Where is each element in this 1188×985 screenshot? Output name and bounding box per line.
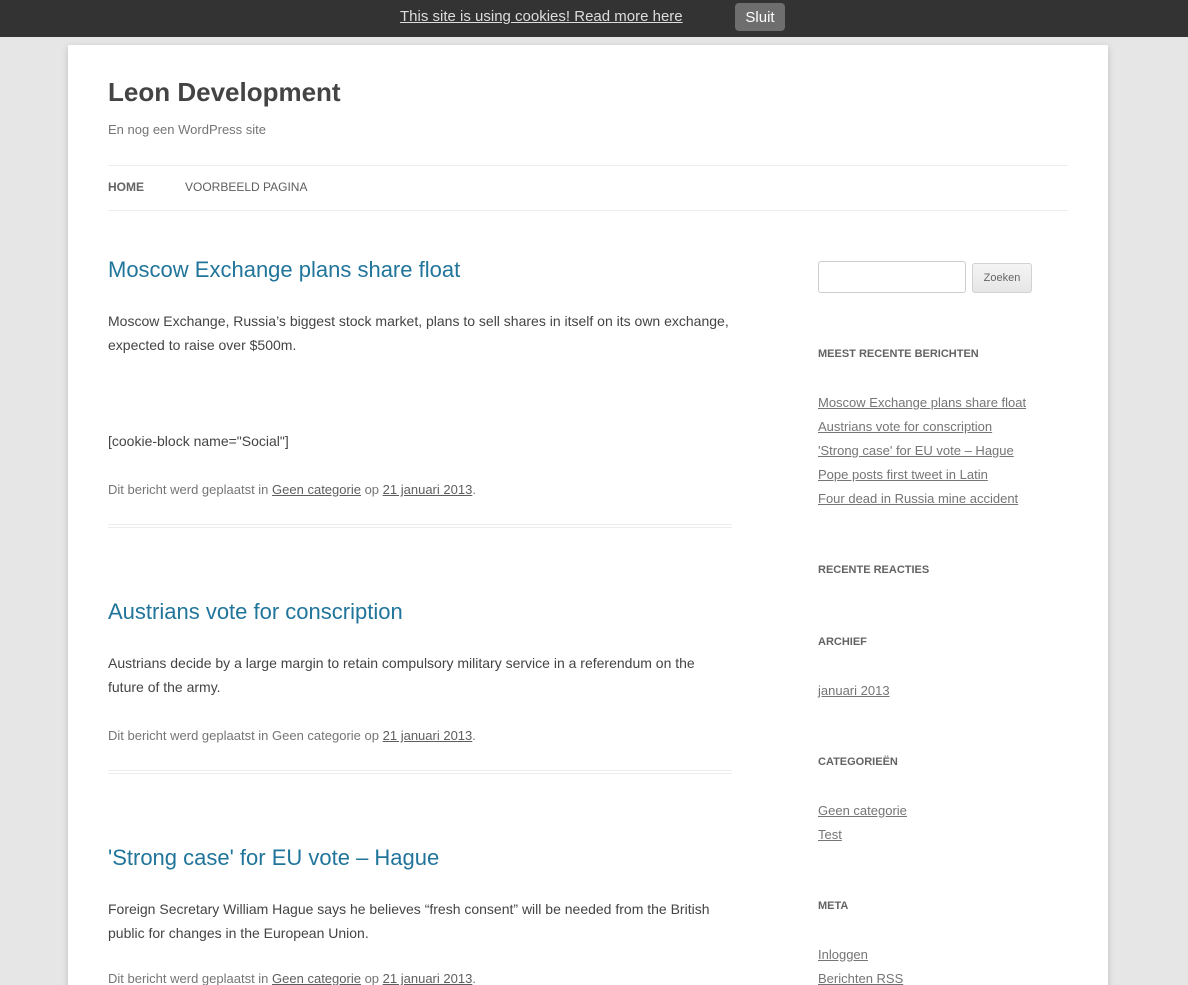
widget-title-categories: Categorieën <box>818 756 898 768</box>
post-separator <box>108 524 732 528</box>
post-title[interactable]: 'Strong case' for EU vote – Hague <box>108 845 439 871</box>
cookie-bar: This site is using cookies! Read more he… <box>0 0 1188 37</box>
list-item: 'Strong case' for EU vote – Hague <box>818 439 1026 463</box>
cookie-close-button[interactable]: Sluit <box>735 3 785 31</box>
list-item: Test <box>818 823 907 847</box>
search-input[interactable] <box>818 261 966 293</box>
category-link[interactable]: Test <box>818 827 842 842</box>
widget-title-archive: Archief <box>818 636 867 648</box>
post-excerpt: Moscow Exchange, Russia’s biggest stock … <box>108 313 729 353</box>
post-date-link[interactable]: 21 januari 2013 <box>383 482 473 497</box>
post-excerpt: Austrians decide by a large margin to re… <box>108 655 695 695</box>
widget-title-recent-posts: Meest recente berichten <box>818 348 979 360</box>
post-excerpt: Foreign Secretary William Hague says he … <box>108 901 710 941</box>
post-meta: Dit bericht werd geplaatst in Geen categ… <box>108 971 476 985</box>
search-button[interactable]: Zoeken <box>972 263 1032 293</box>
archive-link[interactable]: januari 2013 <box>818 683 890 698</box>
main-nav: Home Voorbeeld pagina <box>108 165 1068 211</box>
meta-list: Inloggen Berichten RSS <box>818 943 903 985</box>
post-title[interactable]: Austrians vote for conscription <box>108 599 403 625</box>
post-meta-mid: op <box>364 971 380 985</box>
page-container: Leon Development En nog een WordPress si… <box>68 45 1108 985</box>
recent-post-link[interactable]: Four dead in Russia mine accident <box>818 491 1018 506</box>
recent-post-link[interactable]: Pope posts first tweet in Latin <box>818 467 988 482</box>
post-shortcode: [cookie-block name="Social"] <box>108 433 289 449</box>
cookie-info-link[interactable]: This site is using cookies! Read more he… <box>400 8 683 25</box>
list-item: Four dead in Russia mine accident <box>818 487 1026 511</box>
widget-title-recent-comments: Recente reacties <box>818 564 930 576</box>
post-title[interactable]: Moscow Exchange plans share float <box>108 257 460 283</box>
list-item: Berichten RSS <box>818 967 903 985</box>
site-title[interactable]: Leon Development <box>108 77 341 108</box>
post-category-link[interactable]: Geen categorie <box>272 482 361 497</box>
post-meta-suffix: . <box>472 482 476 497</box>
recent-post-link[interactable]: Moscow Exchange plans share float <box>818 395 1026 410</box>
post-meta-suffix: . <box>472 728 476 743</box>
recent-post-link[interactable]: 'Strong case' for EU vote – Hague <box>818 443 1014 458</box>
nav-item-home[interactable]: Home <box>108 180 144 194</box>
list-item: Austrians vote for conscription <box>818 415 1026 439</box>
post-meta: Dit bericht werd geplaatst in Geen categ… <box>108 728 476 743</box>
post-meta: Dit bericht werd geplaatst in Geen categ… <box>108 482 476 497</box>
post-separator <box>108 770 732 774</box>
post-meta-prefix: Dit bericht werd geplaatst in <box>108 482 269 497</box>
post-category-link[interactable]: Geen categorie <box>272 971 361 985</box>
categories-list: Geen categorie Test <box>818 799 907 847</box>
post-meta-prefix: Dit bericht werd geplaatst in Geen categ… <box>108 728 379 743</box>
post-date-link[interactable]: 21 januari 2013 <box>383 728 473 743</box>
site-description: En nog een WordPress site <box>108 122 267 137</box>
post-date-link[interactable]: 21 januari 2013 <box>383 971 473 985</box>
meta-link-login[interactable]: Inloggen <box>818 947 868 962</box>
list-item: Moscow Exchange plans share float <box>818 391 1026 415</box>
post-meta-prefix: Dit bericht werd geplaatst in <box>108 971 269 985</box>
nav-item-voorbeeld-pagina[interactable]: Voorbeeld pagina <box>185 180 307 194</box>
recent-post-link[interactable]: Austrians vote for conscription <box>818 419 992 434</box>
archive-list: januari 2013 <box>818 679 890 703</box>
post-meta-suffix: . <box>472 971 476 985</box>
recent-posts-list: Moscow Exchange plans share float Austri… <box>818 391 1026 511</box>
meta-link-rss[interactable]: Berichten RSS <box>818 971 903 985</box>
list-item: Pope posts first tweet in Latin <box>818 463 1026 487</box>
post-meta-mid: op <box>364 482 380 497</box>
list-item: Geen categorie <box>818 799 907 823</box>
list-item: januari 2013 <box>818 679 890 703</box>
widget-title-meta: Meta <box>818 900 849 912</box>
category-link[interactable]: Geen categorie <box>818 803 907 818</box>
list-item: Inloggen <box>818 943 903 967</box>
